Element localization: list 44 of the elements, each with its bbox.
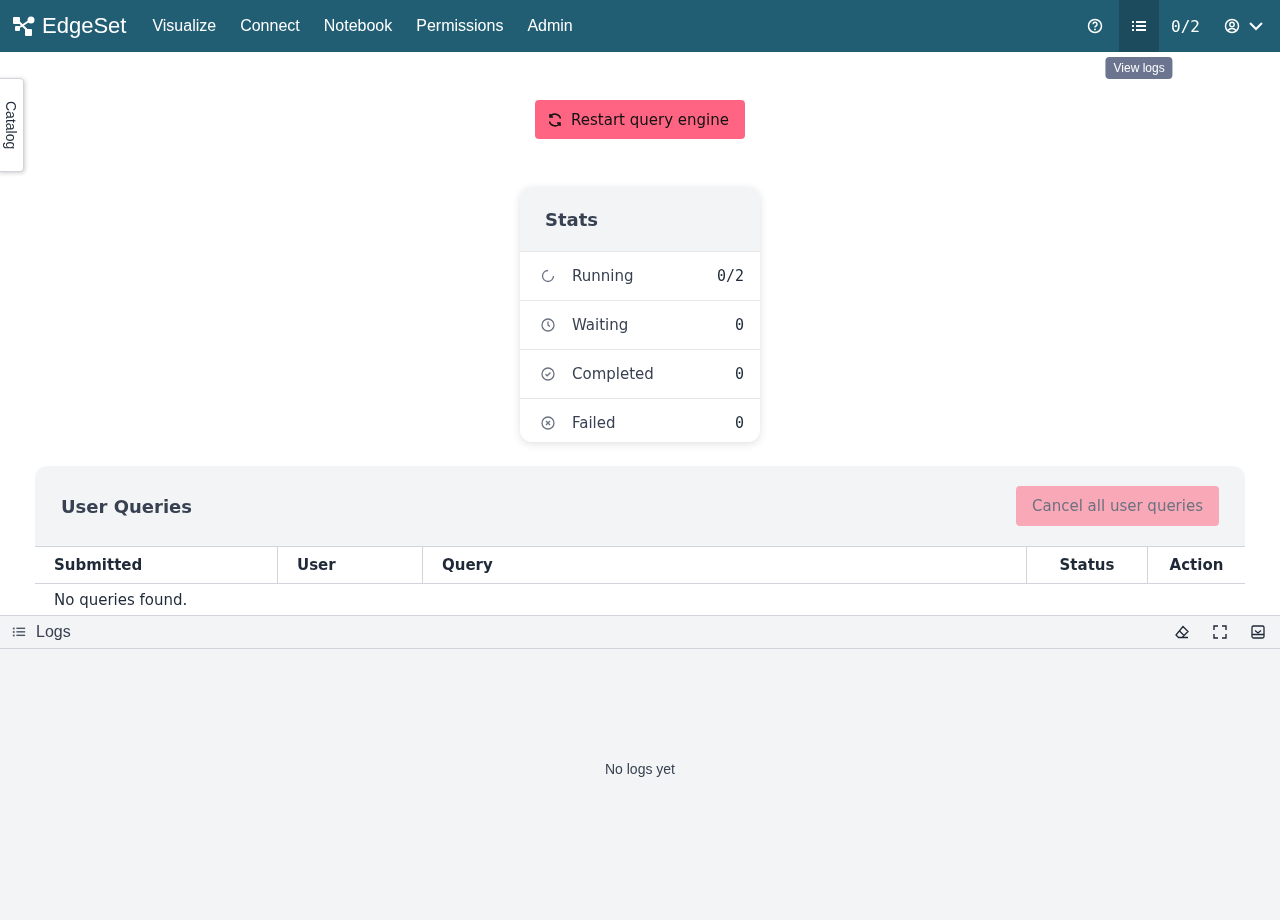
list-icon [1131,18,1148,34]
query-count: 0/2 [1170,16,1201,36]
nav-link[interactable]: Permissions [404,17,516,35]
stat-value: 0 [734,316,744,335]
column-header: User [277,547,422,583]
nav-link[interactable]: Connect [228,17,312,35]
column-header: Action [1147,547,1245,583]
list-icon [12,625,26,639]
panel-down-icon [1250,624,1266,640]
empty-message: No queries found. [54,591,188,609]
restart-button[interactable]: Restart query engine [535,100,745,140]
brand-logo[interactable]: EdgeSet [12,13,127,39]
fullscreen-button[interactable] [1210,622,1230,642]
stat-label: Completed [572,365,655,384]
check-circle-icon [540,366,556,383]
stat-label: Waiting [572,316,630,335]
column-header: Submitted [53,555,144,576]
nav-link[interactable]: Admin [515,17,585,35]
stat-label: Failed [572,414,617,433]
user-queries-title: User Queries [61,495,192,517]
spinner-icon [540,268,556,285]
stat-value: 0 [734,365,744,384]
stat-label: Running [572,267,635,286]
nav-link[interactable]: Visualize [140,17,229,35]
tooltip: View logs [1105,57,1173,79]
collapse-panel-button[interactable] [1248,622,1268,642]
stats-title: Stats [545,208,599,230]
stat-value: 0/2 [716,267,744,286]
expand-icon [1212,624,1228,640]
nav-link[interactable]: Notebook [311,17,405,35]
graph-nodes-icon [12,15,36,37]
empty-logs-message: No logs yet [604,760,675,777]
refresh-icon [547,111,564,128]
catalog-tab[interactable]: Catalog [0,78,24,172]
column-header: Query [422,547,1026,583]
view-logs-button[interactable] [1119,0,1160,52]
column-header: Status [1026,547,1147,583]
help-icon [1087,18,1104,34]
logs-title: Logs [36,623,71,641]
x-circle-icon [540,415,556,432]
user-icon [1224,18,1240,34]
eraser-icon [1174,624,1190,640]
stat-value: 0 [734,414,744,433]
clock-icon [540,317,556,334]
